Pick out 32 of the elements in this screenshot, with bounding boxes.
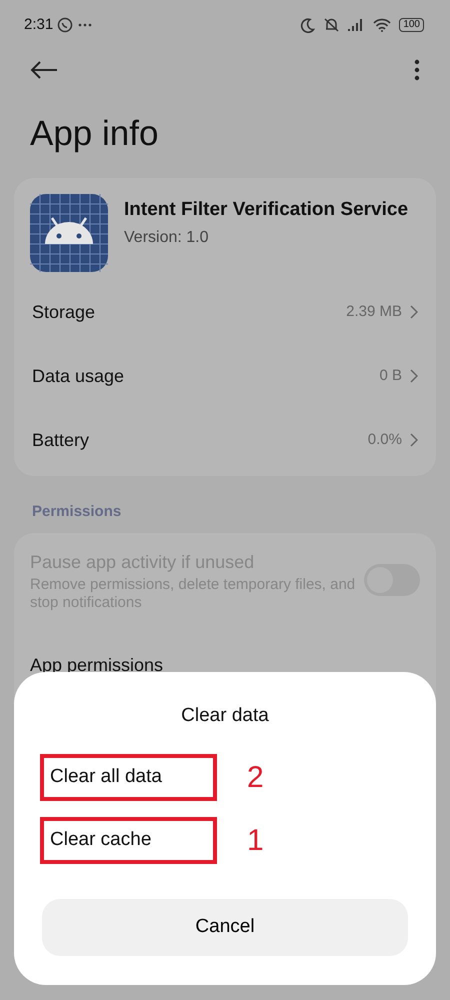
chat-icon bbox=[57, 17, 74, 33]
app-name: Intent Filter Verification Service bbox=[124, 198, 408, 222]
app-version: Version: 1.0 bbox=[124, 228, 210, 248]
cancel-button[interactable]: Cancel bbox=[42, 899, 408, 956]
row-value: 0 B bbox=[379, 366, 402, 386]
app-icon bbox=[30, 194, 108, 272]
row-label: Battery bbox=[32, 428, 90, 452]
row-value: 0.0% bbox=[368, 430, 402, 450]
section-header: Permissions bbox=[31, 502, 122, 522]
wifi-icon bbox=[373, 18, 392, 32]
back-icon[interactable] bbox=[30, 61, 58, 79]
chevron-icon bbox=[410, 305, 418, 319]
row-label: Storage bbox=[32, 300, 96, 324]
row-label: Data usage bbox=[32, 364, 124, 388]
row-value: 2.39 MB bbox=[346, 302, 402, 322]
dialog-title: Clear data bbox=[180, 704, 270, 728]
muted-bell-icon bbox=[323, 17, 340, 33]
battery-indicator: 100 bbox=[399, 18, 424, 32]
dialog-option[interactable]: Clear all data bbox=[40, 754, 217, 801]
more-options-icon[interactable] bbox=[414, 59, 420, 81]
info-row[interactable]: Data usage 0 B bbox=[14, 344, 436, 408]
annotation-number: 1 bbox=[247, 823, 264, 859]
info-row[interactable]: Storage 2.39 MB bbox=[14, 280, 436, 344]
clock-text: 2:31 bbox=[24, 14, 54, 35]
dialog-option[interactable]: Clear cache bbox=[40, 817, 217, 864]
more-icon bbox=[77, 22, 94, 28]
moon-icon bbox=[300, 18, 316, 32]
info-row[interactable]: Battery 0.0% bbox=[14, 408, 436, 472]
chevron-icon bbox=[410, 369, 418, 383]
annotation-number: 2 bbox=[247, 760, 264, 796]
chevron-icon bbox=[410, 433, 418, 447]
page-title: App info bbox=[29, 113, 160, 155]
